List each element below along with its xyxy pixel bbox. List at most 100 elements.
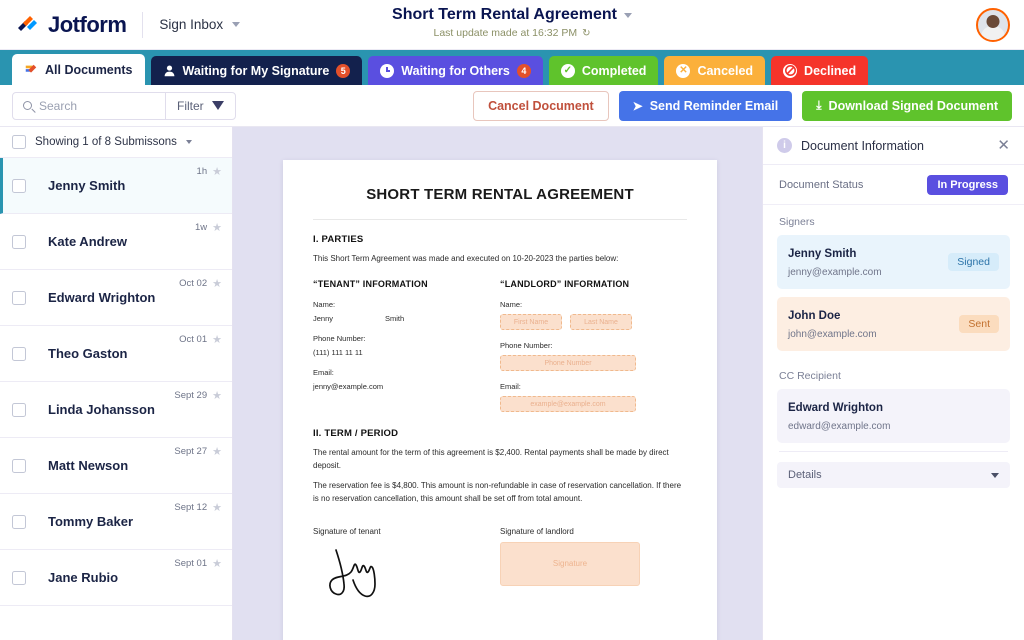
landlord-signature-label: Signature of landlord bbox=[500, 526, 574, 536]
brand-logo[interactable]: Jotform bbox=[0, 12, 127, 38]
list-item[interactable]: Jane Rubio Sept 01 ★ bbox=[0, 550, 232, 606]
star-icon[interactable]: ★ bbox=[212, 333, 222, 346]
avatar-head bbox=[986, 14, 1000, 28]
row-checkbox[interactable] bbox=[12, 234, 26, 249]
signature-row: Signature of tenant Signature of landlor… bbox=[313, 527, 687, 605]
list-item-name: Edward Wrighton bbox=[48, 290, 156, 305]
landlord-email-field[interactable]: example@example.com bbox=[500, 396, 636, 413]
star-icon[interactable]: ★ bbox=[212, 165, 222, 178]
list-item-name: Theo Gaston bbox=[48, 346, 128, 361]
list-item-name: Jenny Smith bbox=[48, 178, 126, 193]
document-page: SHORT TERM RENTAL AGREEMENT I. PARTIES T… bbox=[283, 160, 717, 640]
row-checkbox[interactable] bbox=[12, 178, 26, 193]
title-chevron-down-icon[interactable] bbox=[623, 12, 632, 18]
send-reminder-email-button[interactable]: ➤ Send Reminder Email bbox=[618, 90, 793, 121]
cc-name: Edward Wrighton bbox=[788, 402, 883, 414]
list-item[interactable]: Kate Andrew 1w ★ bbox=[0, 214, 232, 270]
list-item-meta: Sept 01 ★ bbox=[174, 557, 222, 570]
filter-icon bbox=[211, 101, 224, 110]
section-term-paragraph-2: The reservation fee is $4,800. This amou… bbox=[313, 481, 682, 503]
download-icon: ⤓ bbox=[816, 98, 822, 112]
landlord-name-fields: First Name Last Name bbox=[500, 314, 687, 331]
landlord-phone-field[interactable]: Phone Number bbox=[500, 355, 636, 372]
list-item-date: 1w bbox=[194, 222, 208, 233]
tab-waiting-my-signature[interactable]: Waiting for My Signature 5 bbox=[150, 56, 363, 85]
tenant-phone-label: Phone Number: bbox=[313, 334, 366, 344]
star-icon[interactable]: ★ bbox=[212, 221, 222, 234]
action-bar: Search Filter Cancel Document ➤ Send Rem… bbox=[0, 85, 1024, 127]
list-item[interactable]: Matt Newson Sept 27 ★ bbox=[0, 438, 232, 494]
tenant-name-values: Jenny Smith bbox=[313, 314, 500, 323]
star-icon[interactable]: ★ bbox=[212, 277, 222, 290]
tenant-signature-label: Signature of tenant bbox=[313, 526, 381, 536]
row-checkbox[interactable] bbox=[12, 290, 26, 305]
avatar-wrap[interactable] bbox=[976, 7, 1024, 42]
landlord-first-name-field[interactable]: First Name bbox=[500, 314, 562, 331]
info-icon: i bbox=[777, 138, 792, 153]
signer-status-tag: Signed bbox=[948, 253, 999, 271]
avatar[interactable] bbox=[976, 7, 1010, 42]
list-item-date: 1h bbox=[196, 166, 208, 177]
panel-divider bbox=[779, 451, 1008, 452]
close-icon[interactable]: ✕ bbox=[997, 138, 1010, 153]
list-item-meta: Sept 12 ★ bbox=[174, 501, 222, 514]
list-item-date: Sept 01 bbox=[174, 558, 208, 569]
tenant-last-name: Smith bbox=[385, 314, 405, 324]
tab-completed-label: Completed bbox=[581, 63, 647, 78]
signer-item[interactable]: John Doe john@example.com Sent bbox=[777, 297, 1010, 351]
star-icon[interactable]: ★ bbox=[212, 445, 222, 458]
sign-inbox-dropdown[interactable]: Sign Inbox bbox=[159, 17, 241, 32]
search-input[interactable]: Search bbox=[13, 99, 165, 113]
row-checkbox[interactable] bbox=[12, 402, 26, 417]
check-circle-icon: ✓ bbox=[560, 63, 575, 78]
star-icon[interactable]: ★ bbox=[212, 389, 222, 402]
filter-label: Filter bbox=[177, 98, 204, 113]
document-title-block: Short Term Rental Agreement Last update … bbox=[0, 6, 1024, 39]
select-all-checkbox[interactable] bbox=[12, 135, 26, 149]
cc-recipient-item[interactable]: Edward Wrighton edward@example.com bbox=[777, 389, 1010, 443]
tab-waiting-my-signature-label: Waiting for My Signature bbox=[182, 63, 330, 78]
list-item[interactable]: Edward Wrighton Oct 02 ★ bbox=[0, 270, 232, 326]
refresh-icon[interactable]: ↻ bbox=[582, 28, 590, 39]
section-term-paragraph-1: The rental amount for the term of this a… bbox=[313, 448, 669, 470]
landlord-email-fields: example@example.com bbox=[500, 396, 687, 413]
list-item[interactable]: Theo Gaston Oct 01 ★ bbox=[0, 326, 232, 382]
list-item[interactable]: Tommy Baker Sept 12 ★ bbox=[0, 494, 232, 550]
tenant-first-name: Jenny bbox=[313, 314, 334, 324]
tab-completed[interactable]: ✓ Completed bbox=[548, 56, 659, 85]
list-item[interactable]: Linda Johansson Sept 29 ★ bbox=[0, 382, 232, 438]
submissions-sort-chevron-down-icon[interactable] bbox=[185, 140, 192, 144]
tab-canceled-label: Canceled bbox=[697, 63, 754, 78]
app-root: Jotform Sign Inbox Short Term Rental Agr… bbox=[0, 0, 1024, 640]
list-item-name: Jane Rubio bbox=[48, 570, 119, 585]
document-viewer: SHORT TERM RENTAL AGREEMENT I. PARTIES T… bbox=[233, 127, 762, 640]
signer-item[interactable]: Jenny Smith jenny@example.com Signed bbox=[777, 235, 1010, 289]
download-signed-document-button[interactable]: ⤓ Download Signed Document bbox=[802, 90, 1012, 121]
tab-canceled[interactable]: ✕ Canceled bbox=[664, 56, 766, 85]
list-item[interactable]: Jenny Smith 1h ★ bbox=[0, 158, 232, 214]
search-icon bbox=[23, 101, 32, 110]
tab-declined[interactable]: Declined bbox=[771, 56, 869, 85]
landlord-last-name-field[interactable]: Last Name bbox=[570, 314, 632, 331]
list-item-date: Oct 02 bbox=[179, 278, 208, 289]
tab-waiting-for-others[interactable]: Waiting for Others 4 bbox=[368, 56, 543, 85]
row-checkbox[interactable] bbox=[12, 346, 26, 361]
star-icon[interactable]: ★ bbox=[212, 557, 222, 570]
landlord-signature-field[interactable]: Signature bbox=[500, 541, 640, 586]
row-checkbox[interactable] bbox=[12, 458, 26, 473]
section-term-heading: II. TERM / PERIOD bbox=[313, 428, 399, 440]
tenant-email-value: jenny@example.com bbox=[313, 382, 384, 392]
filter-button[interactable]: Filter bbox=[165, 92, 235, 119]
tab-all-documents[interactable]: All Documents bbox=[12, 54, 145, 85]
section-term-period: II. TERM / PERIOD The rental amount for … bbox=[313, 428, 687, 505]
tab-waiting-for-others-badge: 4 bbox=[516, 63, 531, 78]
star-icon[interactable]: ★ bbox=[212, 501, 222, 514]
row-checkbox[interactable] bbox=[12, 514, 26, 529]
header-divider bbox=[142, 11, 144, 38]
details-accordion[interactable]: Details bbox=[777, 462, 1010, 488]
row-checkbox[interactable] bbox=[12, 570, 26, 585]
cancel-document-button[interactable]: Cancel Document bbox=[473, 90, 609, 121]
tenant-name-label: Name: bbox=[313, 300, 336, 310]
document-status-label: Document Status bbox=[779, 178, 864, 191]
list-item-meta: Oct 02 ★ bbox=[179, 277, 222, 290]
